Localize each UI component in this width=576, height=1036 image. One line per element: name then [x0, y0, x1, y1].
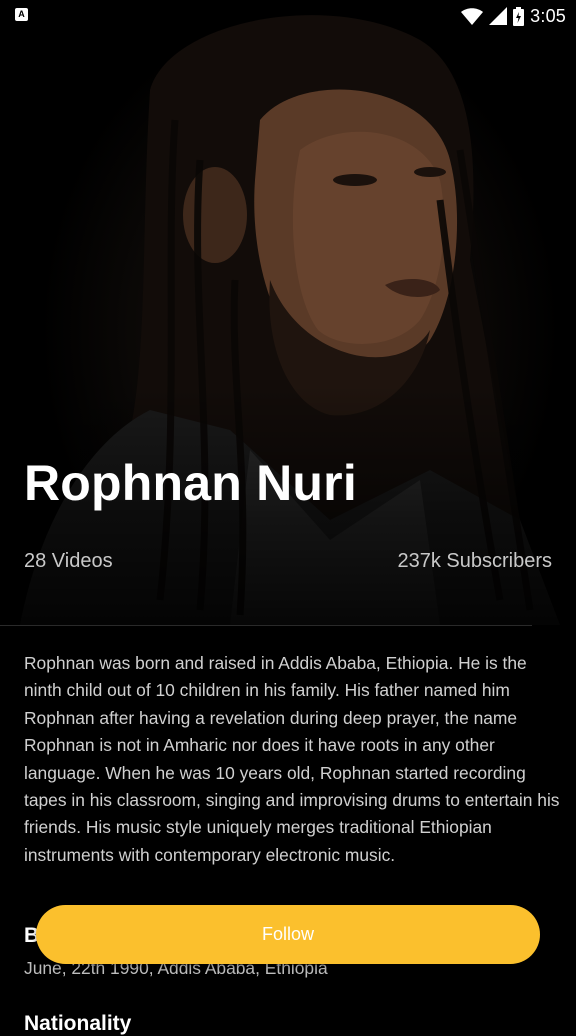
videos-count: 28 Videos	[24, 550, 113, 572]
status-icons: 3:05	[461, 4, 566, 28]
artist-stats: 28 Videos 237k Subscribers	[24, 550, 552, 573]
wifi-icon	[461, 7, 484, 25]
status-bar: A 3:05	[0, 0, 576, 32]
artist-bio: Rophnan was born and raised in Addis Aba…	[24, 653, 560, 865]
artist-hero-image	[0, 0, 576, 625]
signal-icon	[489, 7, 508, 25]
battery-icon	[513, 6, 525, 26]
notification-app-icon: A	[15, 8, 28, 21]
subscribers-count: 237k Subscribers	[397, 550, 552, 572]
follow-button[interactable]: Follow	[36, 905, 540, 964]
section-divider	[0, 625, 532, 626]
artist-name: Rophnan Nuri	[24, 455, 357, 511]
nationality-heading: Nationality	[24, 1012, 132, 1035]
status-time: 3:05	[530, 5, 566, 26]
